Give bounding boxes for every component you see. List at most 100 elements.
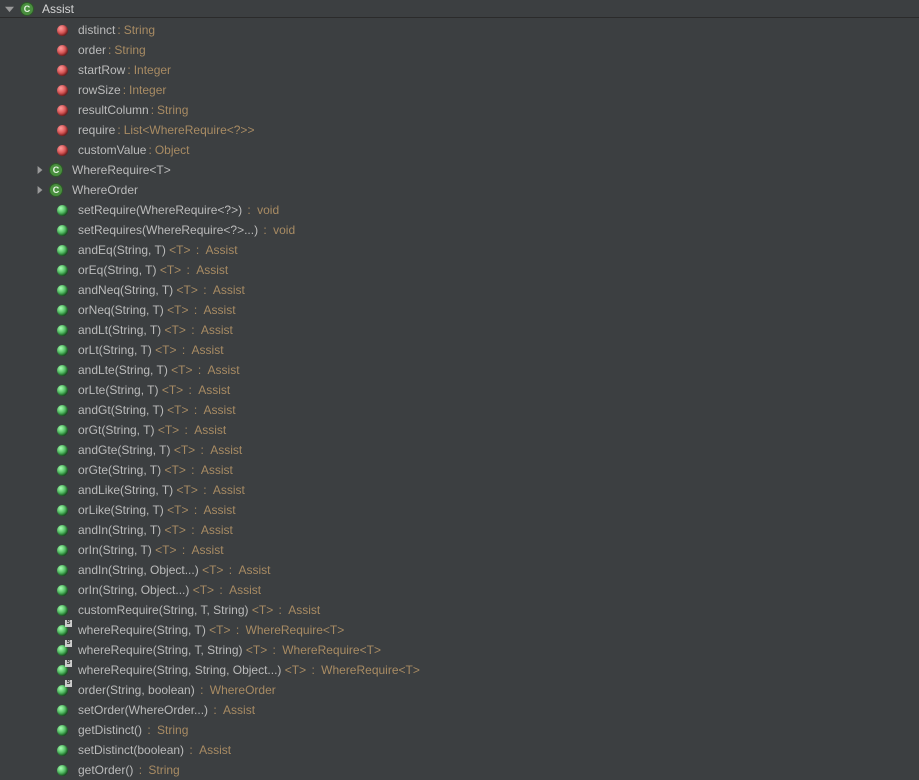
tree-row-method[interactable]: orEq(String, T) <T> : Assist [0, 260, 919, 280]
tree-row-field[interactable]: order:String [0, 40, 919, 60]
method-return: Assist [204, 303, 236, 317]
method-name: whereRequire(String, String, Object...) [78, 663, 281, 677]
tree-row-field[interactable]: require:List<WhereRequire<?>> [0, 120, 919, 140]
method-name: orGt(String, T) [78, 423, 154, 437]
expand-icon[interactable] [32, 166, 48, 174]
tree-row-method[interactable]: SwhereRequire(String, String, Object...)… [0, 660, 919, 680]
tree-row-method[interactable]: orLt(String, T) <T> : Assist [0, 340, 919, 360]
method-generic: <T> [158, 423, 179, 437]
static-badge: S [65, 680, 72, 687]
method-name: customRequire(String, T, String) [78, 603, 249, 617]
tree-row-method[interactable]: Sorder(String, boolean) : WhereOrder [0, 680, 919, 700]
field-name: rowSize [78, 83, 121, 97]
method-name: order(String, boolean) [78, 683, 195, 697]
method-icon [54, 582, 70, 598]
method-return: Assist [192, 343, 224, 357]
tree-row-method[interactable]: orIn(String, Object...) <T> : Assist [0, 580, 919, 600]
field-name: resultColumn [78, 103, 149, 117]
tree-row-method[interactable]: andGt(String, T) <T> : Assist [0, 400, 919, 420]
field-icon [54, 42, 70, 58]
class-icon: C [20, 2, 34, 16]
field-icon [54, 142, 70, 158]
tree-row-method[interactable]: getOrder() : String [0, 760, 919, 780]
method-icon: S [54, 642, 70, 658]
method-name: setOrder(WhereOrder...) [78, 703, 208, 717]
tree-row-field[interactable]: customValue:Object [0, 140, 919, 160]
method-generic: <T> [252, 603, 273, 617]
tree-row-method[interactable]: SwhereRequire(String, T) <T> : WhereRequ… [0, 620, 919, 640]
outline-header[interactable]: C Assist [0, 0, 919, 18]
tree-row-field[interactable]: resultColumn:String [0, 100, 919, 120]
method-icon: S [54, 662, 70, 678]
tree-row-class[interactable]: CWhereOrder [0, 180, 919, 200]
method-generic: <T> [160, 263, 181, 277]
tree-row-method[interactable]: orGt(String, T) <T> : Assist [0, 420, 919, 440]
field-type: Integer [134, 63, 171, 77]
method-return: Assist [288, 603, 320, 617]
method-icon [54, 422, 70, 438]
tree-row-method[interactable]: andIn(String, T) <T> : Assist [0, 520, 919, 540]
method-return: Assist [208, 363, 240, 377]
method-generic: <T> [177, 483, 198, 497]
method-return: WhereRequire<T> [282, 643, 381, 657]
method-generic: <T> [174, 443, 195, 457]
tree-row-method[interactable]: setRequires(WhereRequire<?>...) : void [0, 220, 919, 240]
tree-row-method[interactable]: setRequire(WhereRequire<?>) : void [0, 200, 919, 220]
method-name: andEq(String, T) [78, 243, 166, 257]
method-name: orLt(String, T) [78, 343, 152, 357]
method-return: Assist [201, 523, 233, 537]
field-type: String [124, 23, 155, 37]
method-icon [54, 562, 70, 578]
method-return: WhereOrder [210, 683, 276, 697]
method-generic: <T> [167, 403, 188, 417]
tree-row-method[interactable]: orLte(String, T) <T> : Assist [0, 380, 919, 400]
method-return: Assist [229, 583, 261, 597]
field-type: Object [155, 143, 190, 157]
tree-row-method[interactable]: andGte(String, T) <T> : Assist [0, 440, 919, 460]
method-return: Assist [213, 483, 245, 497]
tree-row-field[interactable]: distinct:String [0, 20, 919, 40]
method-name: andLte(String, T) [78, 363, 168, 377]
method-icon: S [54, 622, 70, 638]
method-return: void [273, 223, 295, 237]
tree-row-method[interactable]: getDistinct() : String [0, 720, 919, 740]
method-icon [54, 482, 70, 498]
method-generic: <T> [167, 303, 188, 317]
method-icon [54, 402, 70, 418]
method-return: WhereRequire<T> [246, 623, 345, 637]
method-icon [54, 242, 70, 258]
tree-row-method[interactable]: setDistinct(boolean) : Assist [0, 740, 919, 760]
tree-row-class[interactable]: CWhereRequire<T> [0, 160, 919, 180]
tree-row-field[interactable]: rowSize:Integer [0, 80, 919, 100]
field-name: customValue [78, 143, 146, 157]
method-return: Assist [204, 403, 236, 417]
tree-row-method[interactable]: andIn(String, Object...) <T> : Assist [0, 560, 919, 580]
field-name: require [78, 123, 115, 137]
tree-row-method[interactable]: andEq(String, T) <T> : Assist [0, 240, 919, 260]
method-return: String [148, 763, 179, 777]
field-name: order [78, 43, 106, 57]
tree-row-method[interactable]: andLt(String, T) <T> : Assist [0, 320, 919, 340]
tree-row-method[interactable]: SwhereRequire(String, T, String) <T> : W… [0, 640, 919, 660]
tree-row-method[interactable]: orNeq(String, T) <T> : Assist [0, 300, 919, 320]
method-generic: <T> [155, 543, 176, 557]
field-type: String [157, 103, 188, 117]
tree-row-method[interactable]: andNeq(String, T) <T> : Assist [0, 280, 919, 300]
field-icon [54, 122, 70, 138]
collapse-icon[interactable] [4, 4, 14, 14]
method-icon [54, 742, 70, 758]
tree-row-method[interactable]: setOrder(WhereOrder...) : Assist [0, 700, 919, 720]
field-icon [54, 62, 70, 78]
tree-row-method[interactable]: andLike(String, T) <T> : Assist [0, 480, 919, 500]
tree-row-method[interactable]: orGte(String, T) <T> : Assist [0, 460, 919, 480]
tree-row-field[interactable]: startRow:Integer [0, 60, 919, 80]
tree-row-method[interactable]: andLte(String, T) <T> : Assist [0, 360, 919, 380]
method-generic: <T> [246, 643, 267, 657]
tree-row-method[interactable]: customRequire(String, T, String) <T> : A… [0, 600, 919, 620]
method-return: Assist [201, 463, 233, 477]
expand-icon[interactable] [32, 186, 48, 194]
tree-row-method[interactable]: orIn(String, T) <T> : Assist [0, 540, 919, 560]
method-icon [54, 282, 70, 298]
tree-row-method[interactable]: orLike(String, T) <T> : Assist [0, 500, 919, 520]
method-return: void [257, 203, 279, 217]
